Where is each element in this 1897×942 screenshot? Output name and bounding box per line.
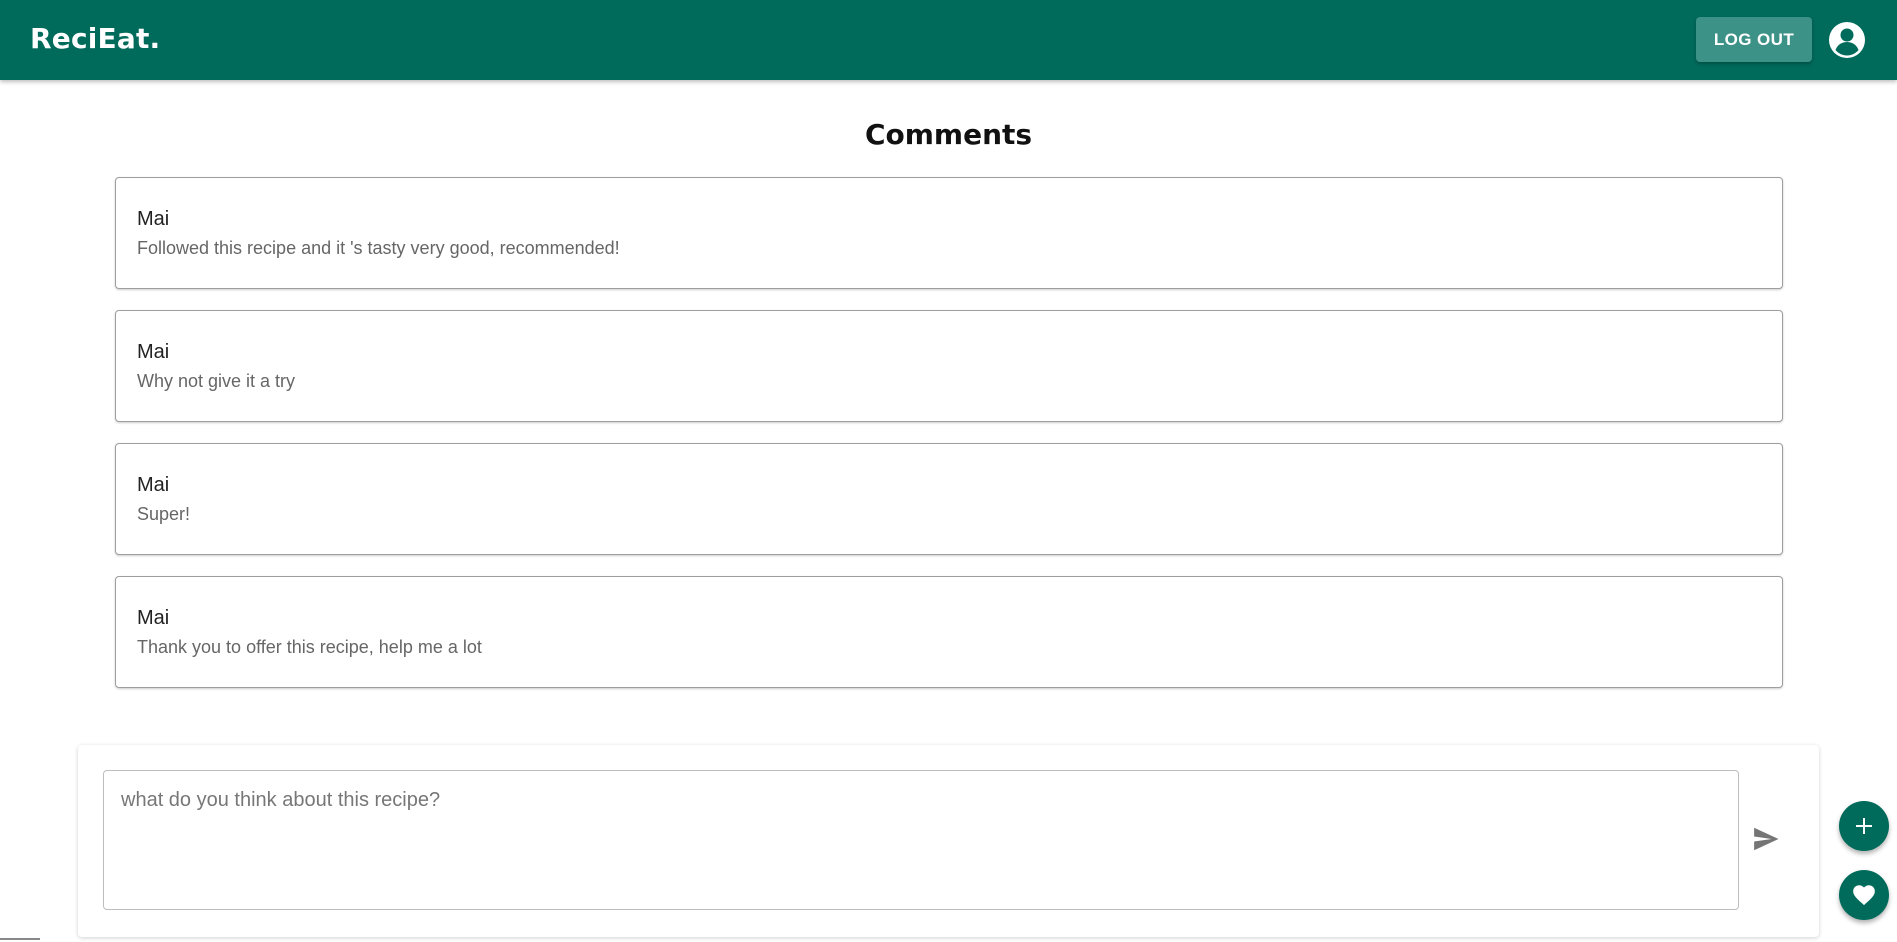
comment-text: Super! (137, 504, 191, 524)
comment-text: Why not give it a try (137, 371, 296, 391)
plus-icon (1852, 814, 1876, 838)
logout-button[interactable]: LOG OUT (1696, 17, 1812, 62)
send-icon[interactable] (1748, 822, 1784, 858)
comment-author: Mai (137, 607, 170, 629)
comment-card: Mai Thank you to offer this recipe, help… (115, 576, 1783, 688)
comment-card: Mai Super! (115, 443, 1783, 555)
favorites-button[interactable] (1839, 870, 1889, 920)
comment-author: Mai (137, 341, 170, 363)
comment-composer (78, 745, 1819, 937)
brand-logo[interactable]: ReciEat. (30, 22, 160, 55)
comment-author: Mai (137, 474, 170, 496)
heart-icon (1851, 882, 1877, 908)
add-recipe-button[interactable] (1839, 801, 1889, 851)
comment-card: Mai Followed this recipe and it 's tasty… (115, 177, 1783, 289)
account-circle-icon[interactable] (1827, 20, 1867, 60)
comment-card: Mai Why not give it a try (115, 310, 1783, 422)
comment-input[interactable] (103, 770, 1739, 910)
comment-author: Mai (137, 208, 170, 230)
divider (0, 938, 40, 940)
app-bar: ReciEat. LOG OUT (0, 0, 1897, 80)
comments-heading: Comments (864, 118, 1033, 151)
comment-text: Thank you to offer this recipe, help me … (137, 637, 482, 657)
comment-text: Followed this recipe and it 's tasty ver… (137, 238, 620, 258)
